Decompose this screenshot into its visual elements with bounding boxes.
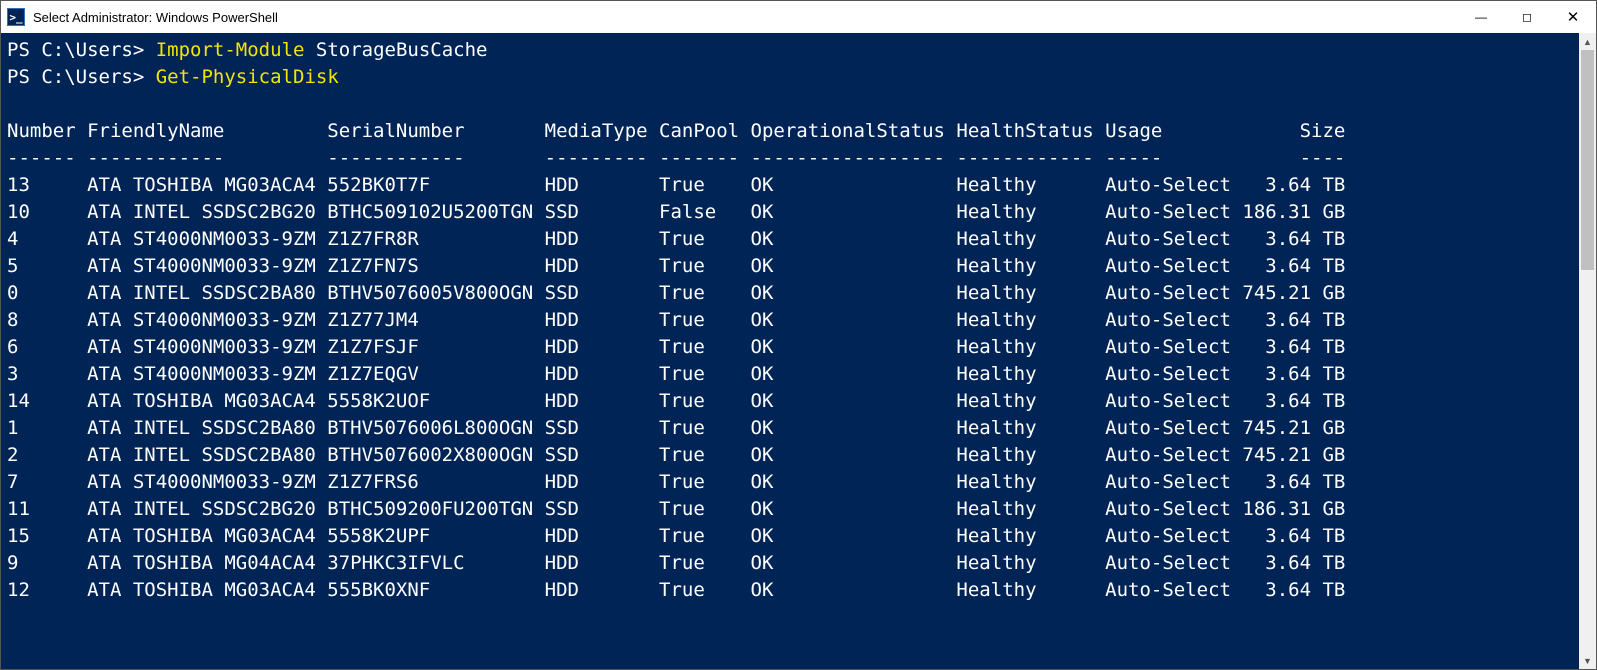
vertical-scrollbar[interactable]: ▲ ▼ bbox=[1579, 33, 1596, 669]
client-area: PS C:\Users> Import-Module StorageBusCac… bbox=[1, 33, 1596, 669]
scroll-down-button[interactable]: ▼ bbox=[1579, 652, 1596, 669]
window-title: Select Administrator: Windows PowerShell bbox=[33, 10, 1458, 25]
minimize-button[interactable]: ― bbox=[1458, 1, 1504, 33]
maximize-button[interactable]: ◻ bbox=[1504, 1, 1550, 33]
scroll-up-button[interactable]: ▲ bbox=[1579, 33, 1596, 50]
titlebar[interactable]: >_ Select Administrator: Windows PowerSh… bbox=[1, 1, 1596, 33]
terminal-output[interactable]: PS C:\Users> Import-Module StorageBusCac… bbox=[1, 33, 1579, 669]
scroll-thumb[interactable] bbox=[1581, 50, 1594, 270]
powershell-icon: >_ bbox=[7, 8, 25, 26]
close-button[interactable]: ✕ bbox=[1550, 1, 1596, 33]
powershell-window: >_ Select Administrator: Windows PowerSh… bbox=[0, 0, 1597, 670]
